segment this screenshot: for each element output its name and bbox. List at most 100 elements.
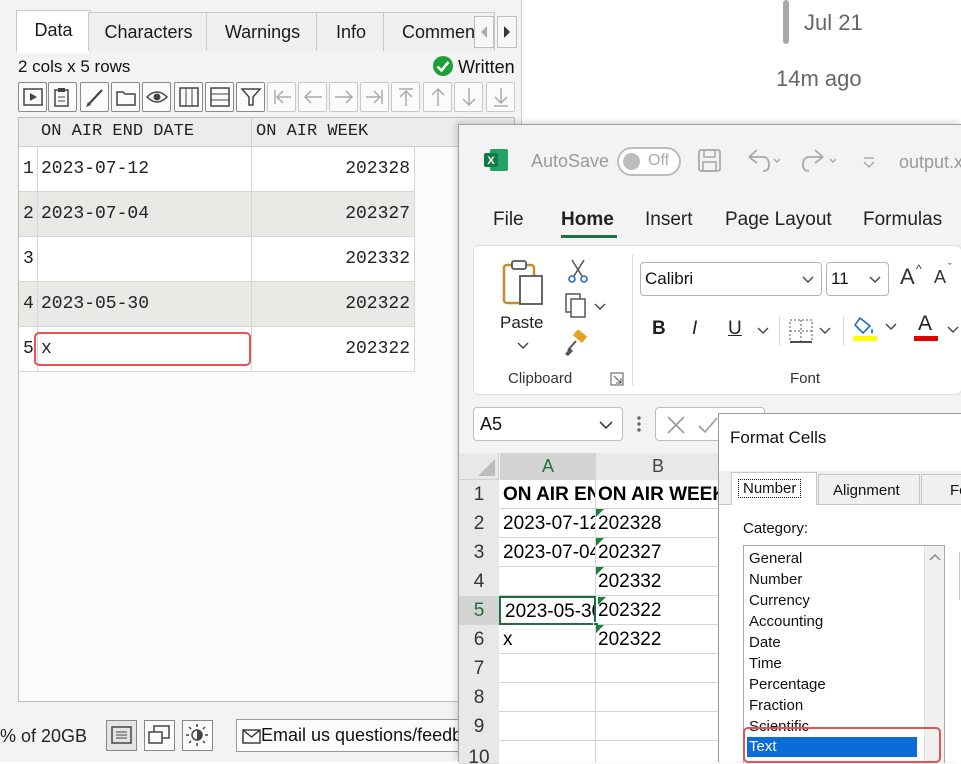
category-item-time[interactable]: Time	[749, 655, 782, 672]
rows-button[interactable]	[205, 82, 234, 112]
first-column-button[interactable]	[267, 82, 296, 112]
increase-font-button[interactable]: A ^	[898, 262, 928, 292]
row-header[interactable]: 1	[459, 480, 499, 510]
sheet-cell[interactable]	[499, 712, 596, 741]
clipboard-dialog-launcher[interactable]	[610, 372, 624, 386]
chevron-down-icon[interactable]	[756, 326, 770, 336]
sheet-cell[interactable]	[596, 683, 720, 712]
week-cell[interactable]: 202322	[345, 282, 410, 326]
fill-color-button[interactable]	[852, 312, 902, 348]
cut-button[interactable]	[566, 256, 590, 284]
tab-font[interactable]: Fo	[921, 474, 961, 505]
sheet-cell[interactable]: 2023-07-04	[499, 538, 596, 567]
table-row[interactable]: 3 202332	[19, 237, 414, 282]
cancel-icon[interactable]	[664, 413, 688, 437]
borders-button[interactable]	[788, 316, 836, 346]
row-header[interactable]: 8	[459, 683, 499, 713]
view-button[interactable]	[142, 82, 171, 112]
sheet-cell[interactable]: 202328	[596, 509, 720, 538]
enter-check-icon[interactable]	[696, 413, 720, 437]
row-header[interactable]: 6	[459, 625, 499, 655]
column-header-a[interactable]: A	[500, 453, 597, 482]
ribbon-tab-file[interactable]: File	[493, 209, 524, 231]
column-header[interactable]: ON AIR END DATE	[41, 122, 194, 141]
tab-number[interactable]: Number	[731, 472, 817, 505]
sheet-cell[interactable]: 202322	[596, 596, 720, 625]
sheet-cell[interactable]: ON AIR WEEK	[596, 480, 720, 509]
week-cell[interactable]: 202327	[345, 192, 410, 236]
row-header[interactable]: 7	[459, 654, 499, 684]
undo-button[interactable]	[743, 147, 783, 175]
category-item-fraction[interactable]: Fraction	[749, 697, 803, 714]
row-header[interactable]: 4	[459, 567, 499, 597]
row-header[interactable]: 10	[459, 741, 499, 764]
row-header[interactable]: 2	[459, 509, 499, 539]
tab-characters[interactable]: Characters	[88, 12, 209, 51]
sheet-cell[interactable]: x	[499, 625, 596, 654]
font-size-select[interactable]: 11	[826, 262, 889, 296]
ribbon-tab-formulas[interactable]: Formulas	[863, 209, 942, 231]
sheet-cell[interactable]	[499, 741, 596, 763]
run-button[interactable]	[18, 82, 47, 112]
last-column-button[interactable]	[360, 82, 389, 112]
table-row[interactable]: 1 2023-07-12 202328	[19, 147, 414, 192]
date-cell[interactable]: 2023-07-12	[41, 147, 149, 191]
columns-button[interactable]	[174, 82, 203, 112]
category-item-number[interactable]: Number	[749, 571, 802, 588]
sheet-cell[interactable]: 202322	[596, 625, 720, 654]
window-layout-button[interactable]	[144, 720, 175, 751]
quick-access-customize-button[interactable]	[859, 147, 879, 175]
next-column-button[interactable]	[329, 82, 358, 112]
ribbon-tab-page-layout[interactable]: Page Layout	[725, 209, 832, 231]
copy-button[interactable]	[562, 292, 612, 320]
ribbon-tab-insert[interactable]: Insert	[645, 209, 693, 231]
sheet-cell[interactable]: ON AIR END DATE	[499, 480, 596, 509]
filter-button[interactable]	[236, 82, 265, 112]
prev-row-button[interactable]	[423, 82, 452, 112]
table-row[interactable]: 4 2023-05-30 202322	[19, 282, 414, 327]
paste-table-button[interactable]	[48, 82, 77, 112]
sheet-cell[interactable]	[596, 741, 720, 763]
italic-button[interactable]: I	[692, 318, 697, 340]
sheet-cell[interactable]	[499, 683, 596, 712]
redo-button[interactable]	[799, 147, 839, 175]
sheet-cell[interactable]: 202327	[596, 538, 720, 567]
scroll-up-icon[interactable]	[926, 549, 944, 567]
font-color-button[interactable]: A	[914, 312, 961, 348]
paste-button[interactable]: Paste	[500, 258, 548, 358]
font-name-select[interactable]: Calibri	[640, 262, 822, 296]
first-row-button[interactable]	[391, 82, 420, 112]
ribbon-tab-home[interactable]: Home	[561, 209, 614, 231]
theme-toggle-button[interactable]	[182, 720, 213, 751]
column-header[interactable]: ON AIR WEEK	[256, 122, 368, 141]
decrease-font-button[interactable]: A ˇ	[932, 262, 960, 292]
sheet-cell[interactable]: 202332	[596, 567, 720, 596]
last-row-button[interactable]	[486, 82, 515, 112]
formula-bar-more-icon[interactable]	[635, 411, 643, 437]
save-button[interactable]	[697, 147, 723, 175]
tab-scroll-left-button[interactable]	[474, 16, 494, 48]
row-header[interactable]: 3	[459, 538, 499, 568]
sheet-cell[interactable]	[499, 567, 596, 596]
bold-button[interactable]: B	[652, 318, 666, 340]
row-header[interactable]: 9	[459, 712, 499, 742]
prev-column-button[interactable]	[298, 82, 327, 112]
table-row[interactable]: 2 2023-07-04 202327	[19, 192, 414, 237]
category-item-currency[interactable]: Currency	[749, 592, 810, 609]
edit-button[interactable]	[80, 82, 109, 112]
category-item-percentage[interactable]: Percentage	[749, 676, 826, 693]
week-cell[interactable]: 202332	[345, 237, 410, 281]
active-cell[interactable]: 2023-05-30	[499, 596, 596, 625]
date-cell[interactable]: 2023-07-04	[41, 192, 149, 236]
sheet-cell[interactable]	[596, 712, 720, 741]
sheet-cell[interactable]	[499, 654, 596, 683]
tab-scroll-right-button[interactable]	[497, 16, 517, 48]
category-item-date[interactable]: Date	[749, 634, 781, 651]
autosave-toggle[interactable]: Off	[617, 147, 681, 176]
open-folder-button[interactable]	[111, 82, 140, 112]
select-all-corner[interactable]	[459, 453, 499, 480]
tab-info[interactable]: Info	[316, 12, 386, 51]
sheet-cell[interactable]: 2023-07-12	[499, 509, 596, 538]
tab-warnings[interactable]: Warnings	[206, 12, 319, 51]
category-item-general[interactable]: General	[749, 550, 802, 567]
